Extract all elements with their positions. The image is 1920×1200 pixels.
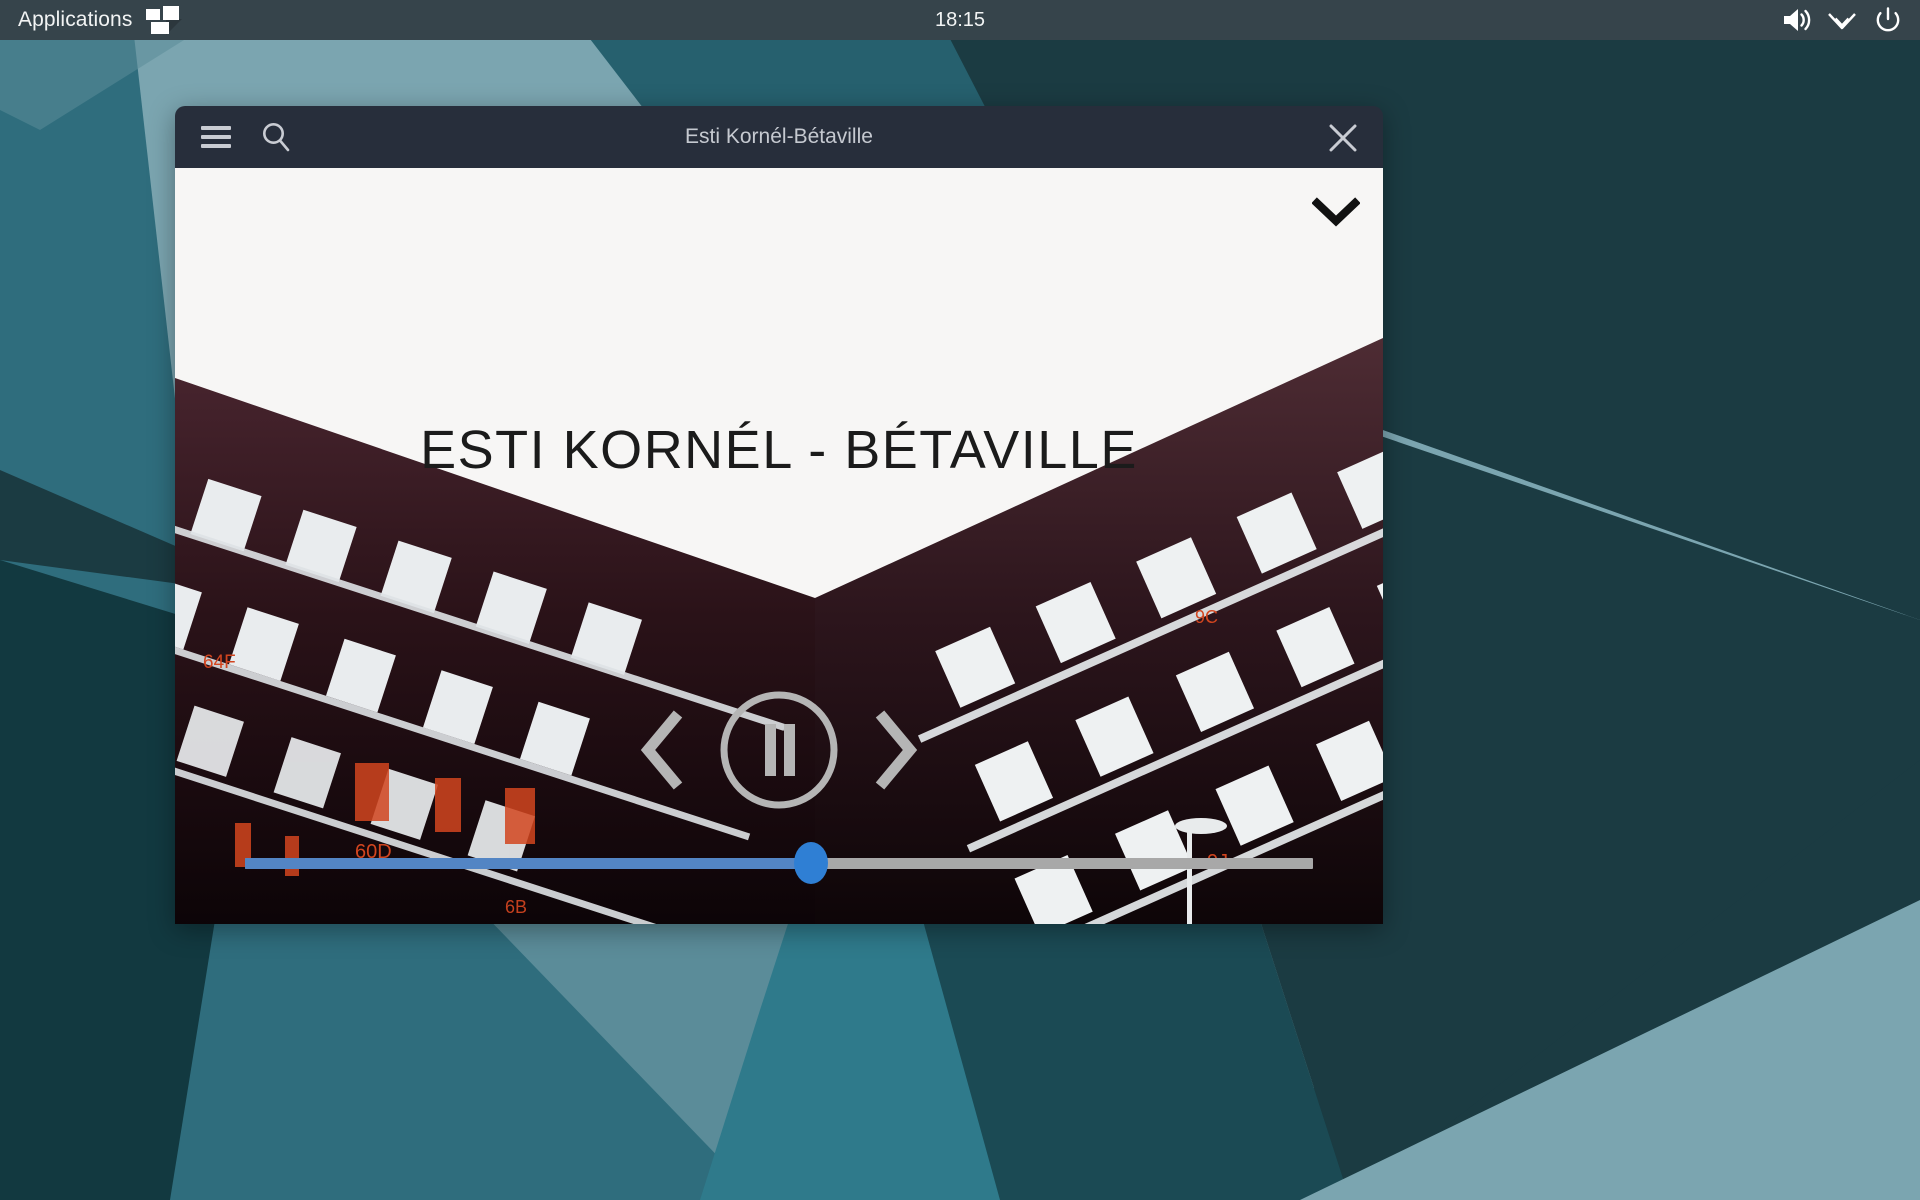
chevron-down-icon[interactable]: [1309, 190, 1363, 234]
pause-icon[interactable]: [713, 684, 845, 816]
progress-thumb[interactable]: [794, 842, 829, 884]
svg-text:6B: 6B: [505, 897, 527, 917]
volume-icon[interactable]: [1780, 4, 1812, 36]
video-viewport[interactable]: 64F 60D 6B 9C ESTI KORNÉL - BÉTAVILLE: [175, 168, 1383, 924]
applications-menu-label: Applications: [18, 8, 133, 31]
hamburger-menu-icon[interactable]: [197, 118, 235, 156]
system-tray: [1780, 0, 1904, 40]
top-panel: Applications 18:15: [0, 0, 1920, 40]
network-icon[interactable]: [1826, 4, 1858, 36]
tiles-icon: [146, 6, 183, 35]
close-icon[interactable]: [1323, 118, 1363, 158]
svg-text:64F: 64F: [203, 652, 236, 673]
progress-track[interactable]: [245, 842, 1313, 884]
window-title: Esti Kornél-Bétaville: [685, 125, 873, 148]
transport-controls: [625, 684, 933, 816]
chevron-left-icon[interactable]: [625, 700, 703, 800]
media-player-window: Esti Kornél-Bétaville 64F 60D 6B 9C ESTI…: [175, 106, 1383, 924]
clock: 18:15: [934, 8, 986, 31]
playback-progress-row: [245, 840, 1313, 886]
svg-text:9C: 9C: [1195, 607, 1218, 627]
window-title-bar[interactable]: Esti Kornél-Bétaville: [175, 106, 1383, 168]
search-icon[interactable]: [257, 118, 295, 156]
applications-menu-button[interactable]: Applications: [0, 0, 194, 40]
video-title-overlay: ESTI KORNÉL - BÉTAVILLE: [420, 420, 1138, 480]
power-icon[interactable]: [1872, 4, 1904, 36]
titlebar-left-controls: [175, 118, 295, 156]
progress-fill: [245, 857, 812, 869]
chevron-right-icon[interactable]: [855, 700, 933, 800]
